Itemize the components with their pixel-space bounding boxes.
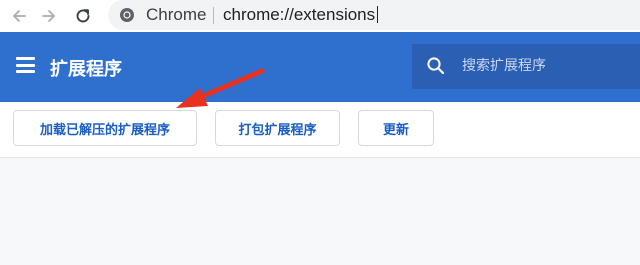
address-divider: [213, 7, 214, 24]
back-arrow-icon: [13, 10, 26, 22]
page-title: 扩展程序: [50, 59, 122, 80]
chrome-icon: [120, 8, 134, 22]
hamburger-menu-icon[interactable]: [16, 57, 35, 73]
back-button[interactable]: [6, 3, 32, 29]
red-arrow-icon: [176, 68, 265, 108]
forward-arrow-icon: [42, 10, 55, 22]
extensions-header: 扩展程序: [0, 32, 640, 102]
update-button[interactable]: 更新: [358, 110, 434, 146]
extensions-content-area: [0, 158, 640, 265]
site-chip-label: Chrome: [146, 5, 207, 24]
forward-button[interactable]: [36, 3, 62, 29]
url-text[interactable]: chrome://extensions: [223, 5, 378, 25]
search-input[interactable]: [462, 54, 632, 78]
developer-action-bar: 加载已解压的扩展程序 打包扩展程序 更新: [0, 102, 640, 158]
browser-toolbar: Chrome chrome://extensions: [0, 0, 640, 32]
address-bar[interactable]: Chrome chrome://extensions: [108, 0, 640, 30]
search-icon: [427, 57, 445, 75]
reload-icon: [76, 9, 90, 23]
search-box[interactable]: [412, 44, 640, 89]
reload-button[interactable]: [70, 3, 96, 29]
